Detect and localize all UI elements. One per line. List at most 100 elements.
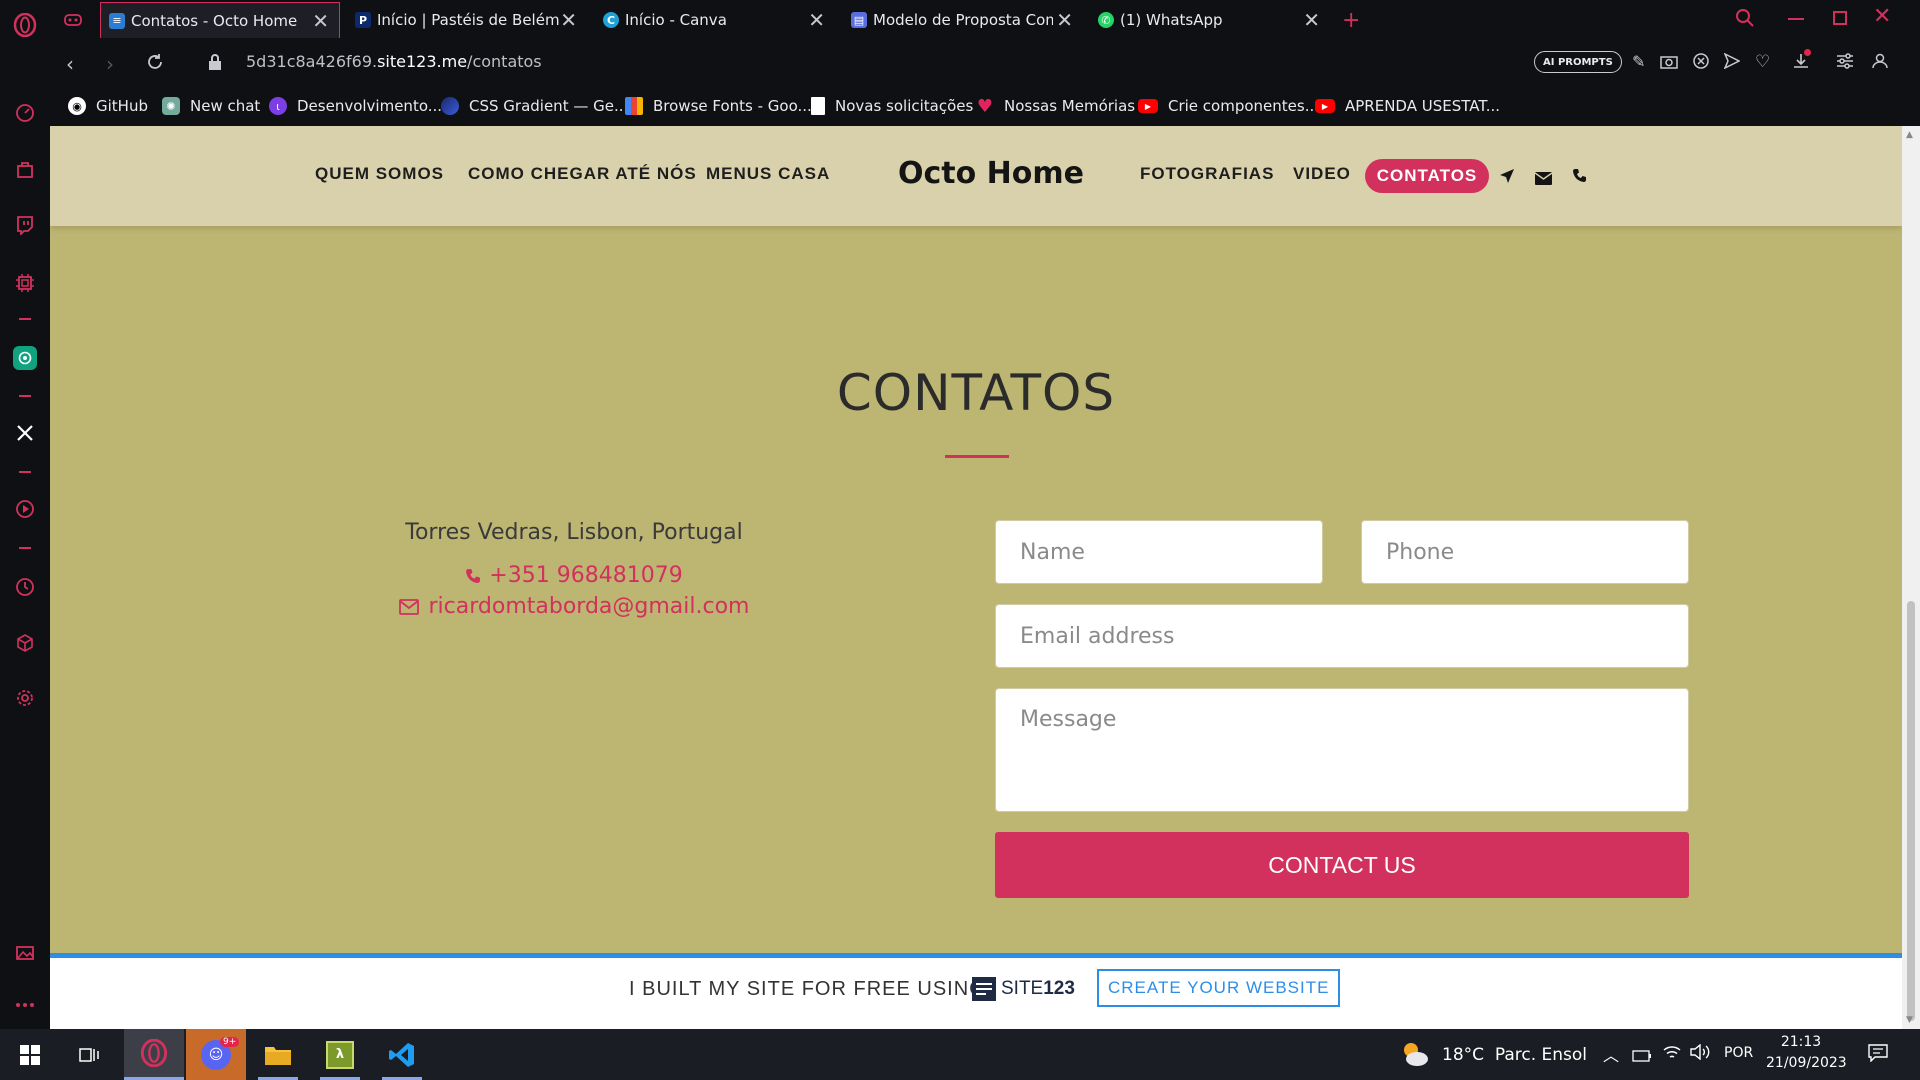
clock-date[interactable]: 21/09/2023 [1766,1055,1847,1071]
search-tabs-icon[interactable] [1735,8,1755,32]
weather-widget[interactable]: 18°C Parc. Ensol [1442,1045,1587,1065]
nav-como-chegar[interactable]: COMO CHEGAR ATÉ NÓS [468,164,697,184]
tab-pasteis[interactable]: P Início | Pastéis de Belém ✕ [347,2,587,38]
workspace-icon[interactable] [50,2,90,38]
whatsapp-favicon-icon: ✆ [1098,12,1114,28]
contact-phone[interactable]: +351 968481079 [489,563,682,588]
opera-logo-icon[interactable] [12,12,38,38]
bookmark-desenvolvimento[interactable]: ι Desenvolvimento... [269,94,442,118]
taskbar-file-explorer[interactable] [248,1029,308,1080]
download-icon[interactable] [1792,49,1811,74]
easy-setup-icon[interactable] [1836,53,1854,73]
clock-time[interactable]: 21:13 [1766,1034,1836,1050]
history-icon[interactable] [12,574,38,600]
bookmark-new-chat[interactable]: ✺ New chat [162,94,260,118]
nav-contatos[interactable]: CONTATOS [1365,159,1489,193]
minimize-icon[interactable] [1788,18,1804,20]
back-icon[interactable]: ‹ [66,52,74,76]
url-field[interactable]: 5d31c8a426f69.site123.me/contatos [246,52,542,71]
bookmark-aprenda-usestate[interactable]: ▶ APRENDA USESTAT... [1315,94,1500,118]
adblock-icon[interactable] [1693,53,1709,73]
chevron-up-icon[interactable]: ︿ [1603,1042,1619,1066]
send-icon[interactable] [1723,52,1741,73]
new-tab-plus-icon[interactable]: + [1342,2,1372,38]
phone-input[interactable]: Phone [1361,520,1689,584]
restore-icon[interactable] [1833,11,1847,25]
contact-phone-line[interactable]: +351 968481079 [339,563,809,588]
bookmark-google-fonts[interactable]: Browse Fonts - Goo... [625,94,812,118]
chatgpt-icon[interactable] [12,345,38,371]
contact-us-button[interactable]: CONTACT US [995,832,1689,898]
bookmark-label: Desenvolvimento... [297,97,443,115]
close-tab-icon[interactable]: ✕ [312,11,329,31]
nav-menus-casa[interactable]: MENUS CASA [706,164,830,184]
windows-start-icon[interactable] [0,1029,60,1080]
task-view-icon[interactable] [60,1029,120,1080]
cpu-icon[interactable] [12,270,38,296]
close-tab-icon[interactable]: ✕ [560,10,577,30]
nav-video[interactable]: VIDEO [1293,164,1351,184]
close-window-icon[interactable]: ✕ [1873,6,1891,28]
battery-icon[interactable] [1632,1047,1652,1066]
folder-icon [265,1046,291,1065]
name-input[interactable]: Name [995,520,1323,584]
extensions-cube-icon[interactable] [12,630,38,656]
youtube-icon: ▶ [1315,99,1335,113]
ai-prompts-button[interactable]: AI PROMPTS [1534,51,1622,73]
twitch-icon[interactable] [12,212,38,238]
x-twitter-icon[interactable] [12,420,38,446]
tab-proposta[interactable]: ▤ Modelo de Proposta Come ✕ [843,2,1083,38]
phone-icon[interactable] [1572,168,1587,187]
weather-icon[interactable] [1400,1040,1430,1072]
lock-icon[interactable] [208,54,222,74]
scroll-up-icon[interactable]: ▲ [1906,130,1913,140]
message-textarea[interactable]: Message [995,688,1689,812]
site-brand-logo[interactable]: Octo Home [898,156,1084,191]
proposal-favicon-icon: ▤ [851,12,867,28]
create-website-button[interactable]: CREATE YOUR WEBSITE [1097,969,1341,1007]
scrollbar-thumb[interactable] [1907,601,1915,1021]
contact-email[interactable]: ricardomtaborda@gmail.com [429,594,750,619]
tab-whatsapp[interactable]: ✆ (1) WhatsApp ✕ [1090,2,1330,38]
email-input[interactable]: Email address [995,604,1689,668]
nav-fotografias[interactable]: FOTOGRAFIAS [1140,164,1274,184]
taskbar-vscode[interactable] [372,1029,432,1080]
language-indicator[interactable]: POR [1724,1045,1753,1061]
edit-icon[interactable]: ✎ [1632,52,1645,71]
close-tab-icon[interactable]: ✕ [1056,10,1073,30]
taskbar-discord[interactable]: ☺ 9+ [186,1029,246,1080]
taskbar-opera[interactable] [124,1029,184,1080]
tab-canva[interactable]: C Início - Canva ✕ [595,2,835,38]
bookmark-novas-solicitacoes[interactable]: Novas solicitações [811,94,973,118]
envelope-icon[interactable] [1534,170,1553,189]
site123-logo[interactable]: SITE 123 [972,977,1075,1001]
volume-icon[interactable] [1690,1043,1712,1064]
settings-gear-icon[interactable] [12,685,38,711]
location-arrow-icon[interactable] [1499,168,1515,188]
contact-email-line[interactable]: ricardomtaborda@gmail.com [339,594,809,619]
forward-icon[interactable]: › [106,52,114,76]
shopping-bag-icon[interactable] [12,157,38,183]
bookmark-github[interactable]: ◉ GitHub [68,94,148,118]
profile-icon[interactable] [1872,53,1888,73]
bookmark-css-gradient[interactable]: CSS Gradient — Ge... [441,94,628,118]
heart-icon[interactable]: ♡ [1755,52,1770,72]
close-tab-icon[interactable]: ✕ [1303,10,1320,30]
taskbar-miktex[interactable]: λ [310,1029,370,1080]
scroll-down-icon[interactable]: ▼ [1906,1015,1913,1025]
reload-icon[interactable] [146,53,164,75]
bookmark-nossas-memorias[interactable]: ♥ Nossas Memórias [976,94,1135,118]
notifications-icon[interactable] [1868,1044,1888,1066]
wifi-icon[interactable] [1662,1044,1682,1064]
player-icon[interactable] [12,496,38,522]
gallery-icon[interactable] [12,940,38,966]
camera-icon[interactable] [1660,54,1678,73]
nav-quem-somos[interactable]: QUEM SOMOS [315,164,444,184]
tab-contatos[interactable]: ≡ Contatos - Octo Home ✕ [100,2,340,38]
close-tab-icon[interactable]: ✕ [808,10,825,30]
bookmark-crie-componentes[interactable]: ▶ Crie componentes... [1138,94,1319,118]
page-scrollbar[interactable]: ▲ ▼ [1902,126,1920,1029]
more-dots-icon[interactable] [12,992,38,1018]
speed-dial-icon[interactable] [12,100,38,126]
opera-icon [140,1039,168,1067]
